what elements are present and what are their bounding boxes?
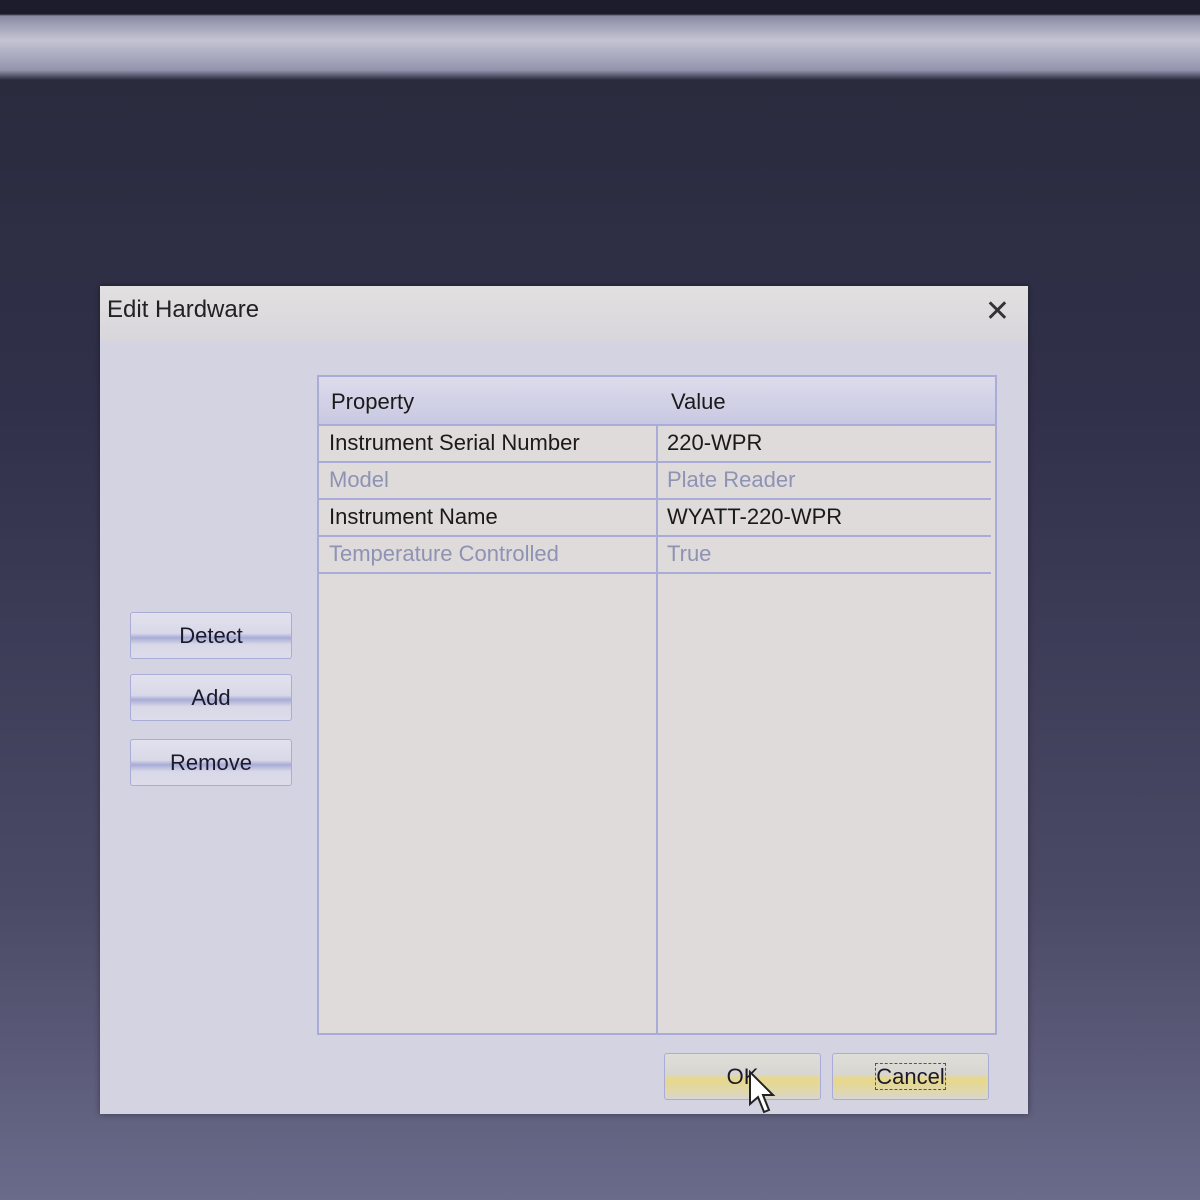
cancel-label: Cancel [875, 1063, 946, 1090]
property-grid: Property Value Instrument Serial Number … [317, 375, 997, 1035]
table-row[interactable]: Instrument Serial Number 220-WPR [319, 426, 991, 463]
value-cell[interactable]: WYATT-220-WPR [667, 504, 842, 530]
column-header-value[interactable]: Value [671, 389, 726, 415]
dialog-title: Edit Hardware [107, 296, 260, 323]
mouse-pointer-icon [749, 1070, 776, 1114]
ok-button[interactable]: OK [664, 1053, 821, 1100]
property-cell: Instrument Serial Number [329, 430, 580, 455]
column-header-property[interactable]: Property [331, 389, 414, 415]
detect-button[interactable]: Detect [130, 612, 292, 659]
add-button[interactable]: Add [130, 674, 292, 721]
close-icon[interactable]: ✕ [985, 294, 1010, 329]
property-cell: Instrument Name [329, 504, 498, 529]
property-cell: Temperature Controlled [329, 541, 559, 566]
table-row: Temperature Controlled True [319, 537, 991, 574]
value-cell: True [667, 541, 712, 566]
value-cell[interactable]: 220-WPR [667, 430, 762, 456]
property-cell: Model [329, 467, 389, 492]
table-row[interactable]: Instrument Name WYATT-220-WPR [319, 500, 991, 537]
remove-button[interactable]: Remove [130, 739, 292, 786]
table-row: Model Plate Reader [319, 463, 991, 500]
value-cell: Plate Reader [667, 467, 796, 492]
edit-hardware-dialog: Edit Hardware ✕ Property Value Instrumen… [100, 286, 1028, 1114]
title-bar: Edit Hardware ✕ [100, 286, 1028, 342]
grid-header: Property Value [319, 377, 995, 426]
cancel-button[interactable]: Cancel [832, 1053, 989, 1100]
